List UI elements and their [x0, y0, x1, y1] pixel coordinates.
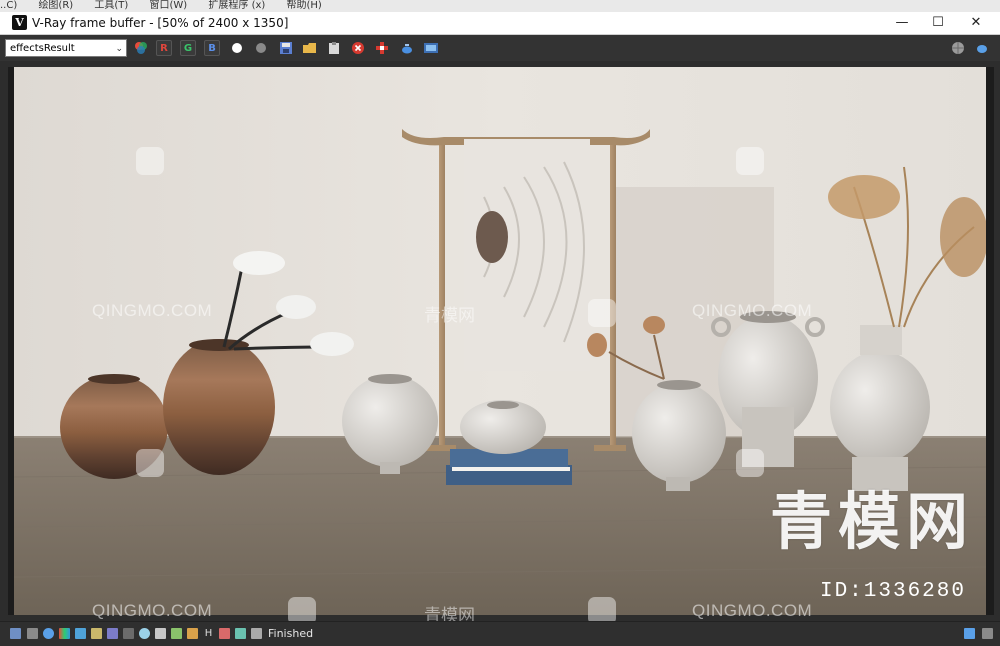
- host-menu-item[interactable]: 窗口(W): [150, 0, 188, 11]
- flip-h-icon[interactable]: [219, 628, 230, 639]
- white-dot-icon[interactable]: [229, 40, 245, 56]
- watermark-logo-icon: [736, 449, 764, 477]
- options-icon[interactable]: [982, 628, 993, 639]
- status-bar: H Finished: [0, 621, 1000, 646]
- render-status: Finished: [268, 627, 314, 640]
- save-icon[interactable]: [278, 40, 294, 56]
- flip-v-icon[interactable]: [235, 628, 246, 639]
- color-correct-icon[interactable]: [59, 628, 70, 639]
- zoom-icon[interactable]: [155, 628, 166, 639]
- maximize-button[interactable]: ☐: [920, 12, 956, 34]
- curves-icon[interactable]: [91, 628, 102, 639]
- watermark-text: QINGMO.COM: [92, 301, 213, 320]
- host-menu-item[interactable]: 工具(T): [94, 0, 128, 11]
- window-icon[interactable]: [964, 628, 975, 639]
- gray-dot-icon[interactable]: [253, 40, 269, 56]
- watermark-text: QINGMO.COM: [692, 601, 813, 620]
- blue-channel-button[interactable]: B: [204, 40, 220, 56]
- compare-icon[interactable]: [123, 628, 134, 639]
- watermark-cn-text: 青模网: [424, 306, 475, 326]
- minimize-button[interactable]: —: [884, 12, 920, 34]
- red-channel-button[interactable]: R: [156, 40, 172, 56]
- toolbar: effectsResult ⌄ R G B: [0, 35, 1000, 61]
- watermark-logo-icon: [588, 299, 616, 327]
- watermark-text: QINGMO.COM: [692, 301, 813, 320]
- layers-icon[interactable]: [27, 628, 38, 639]
- teapot-icon[interactable]: [399, 40, 415, 56]
- render-log-icon[interactable]: [251, 628, 262, 639]
- watermark-logo-icon: [736, 147, 764, 175]
- vray-logo-icon: V: [12, 15, 27, 30]
- channel-select[interactable]: effectsResult ⌄: [5, 39, 127, 57]
- title-bar[interactable]: V V-Ray frame buffer - [50% of 2400 x 13…: [0, 12, 1000, 35]
- lens-icon[interactable]: [75, 628, 86, 639]
- green-channel-button[interactable]: G: [180, 40, 196, 56]
- watermark-text: QINGMO.COM: [92, 601, 213, 620]
- watermark-logo-icon: [136, 147, 164, 175]
- close-button[interactable]: ✕: [958, 12, 994, 34]
- h-button[interactable]: H: [203, 628, 214, 639]
- host-menu-item[interactable]: 帮助(H): [286, 0, 321, 11]
- host-menu-item[interactable]: 扩展程序 (x): [208, 0, 265, 11]
- brand-watermark: 青模网: [769, 485, 974, 558]
- track-mouse-icon[interactable]: [171, 628, 182, 639]
- open-folder-icon[interactable]: [302, 40, 318, 56]
- host-app-menu: ..C) 绘图(R) 工具(T) 窗口(W) 扩展程序 (x) 帮助(H): [0, 0, 1000, 12]
- globe-icon[interactable]: [950, 40, 966, 56]
- film-icon[interactable]: [423, 40, 439, 56]
- teapot-small-icon[interactable]: [974, 40, 990, 56]
- link-icon[interactable]: [187, 628, 198, 639]
- host-menu-item[interactable]: ..C): [0, 0, 17, 11]
- vray-frame-buffer-window: V V-Ray frame buffer - [50% of 2400 x 13…: [0, 12, 1000, 646]
- window-title: V-Ray frame buffer - [50% of 2400 x 1350…: [32, 16, 289, 30]
- stop-render-icon[interactable]: [350, 40, 366, 56]
- clipboard-icon[interactable]: [326, 40, 342, 56]
- model-id-label: ID:1336280: [819, 580, 966, 603]
- channel-select-value: effectsResult: [10, 43, 75, 54]
- watermark-logo-icon: [136, 449, 164, 477]
- histogram-icon[interactable]: [107, 628, 118, 639]
- render-canvas[interactable]: QINGMO.COM QINGMO.COM QINGMO.COM QINGMO.…: [8, 67, 994, 626]
- settings-icon[interactable]: [139, 628, 150, 639]
- info-icon[interactable]: [43, 628, 54, 639]
- color-wheel-icon[interactable]: [133, 40, 149, 56]
- host-menu-item[interactable]: 绘图(R): [38, 0, 73, 11]
- region-icon[interactable]: [374, 40, 390, 56]
- history-icon[interactable]: [10, 628, 21, 639]
- chevron-down-icon: ⌄: [115, 44, 123, 54]
